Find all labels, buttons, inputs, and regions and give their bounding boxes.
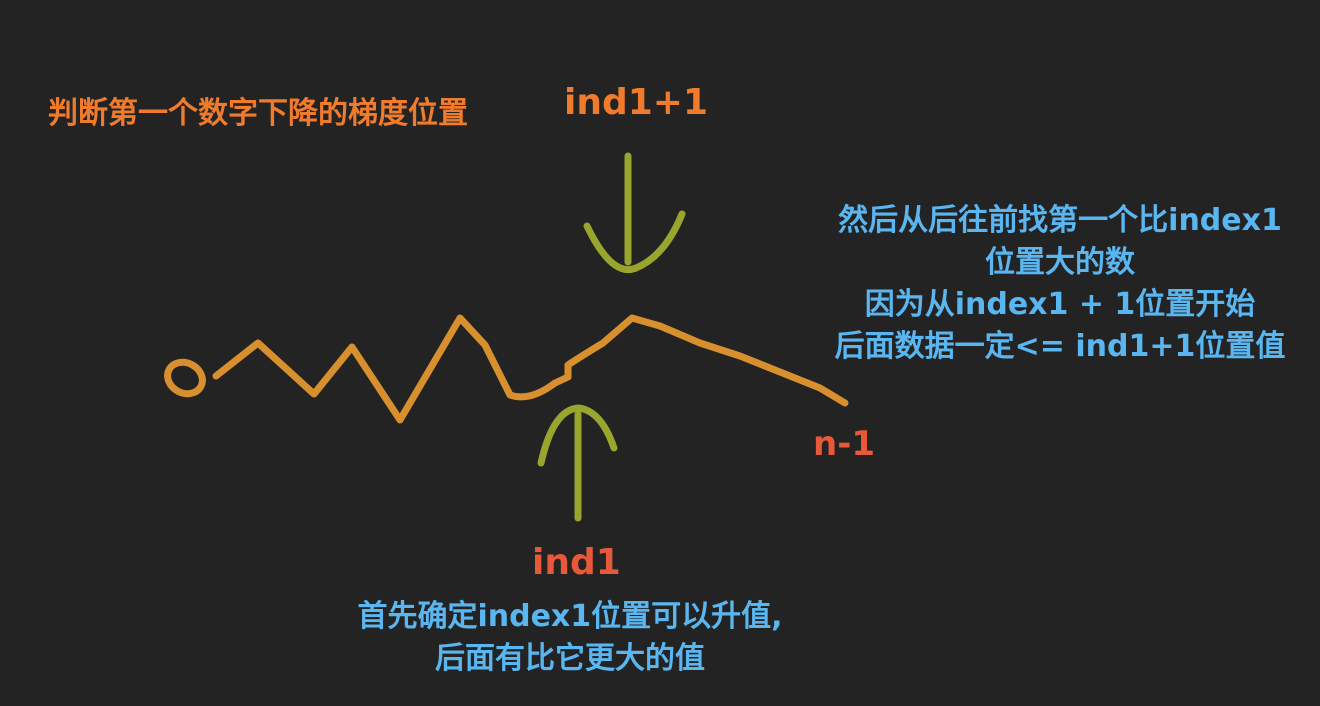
bottom-note-line: 首先确定index1位置可以升值,	[357, 599, 783, 634]
right-note-line: 后面数据一定<= ind1+1位置值	[834, 329, 1286, 364]
sequence-curve	[212, 314, 849, 424]
right-note: 然后从后往前找第一个比index1 位置大的数 因为从index1 + 1位置开…	[800, 200, 1320, 368]
right-note-line: 位置大的数	[985, 245, 1135, 280]
bottom-note-line: 后面有比它更大的值	[435, 641, 705, 676]
right-note-line: 因为从index1 + 1位置开始	[864, 287, 1256, 322]
right-note-line: 然后从后往前找第一个比index1	[838, 203, 1282, 238]
bottom-note: 首先确定index1位置可以升值, 后面有比它更大的值	[280, 596, 860, 680]
end-index-label: n-1	[813, 424, 875, 464]
top-title: 判断第一个数字下降的梯度位置	[48, 96, 468, 131]
bottom-marker-label: ind1	[532, 542, 621, 583]
top-marker-label: ind1+1	[564, 82, 708, 123]
start-oval	[164, 358, 206, 398]
top-arrow-head	[583, 210, 686, 273]
